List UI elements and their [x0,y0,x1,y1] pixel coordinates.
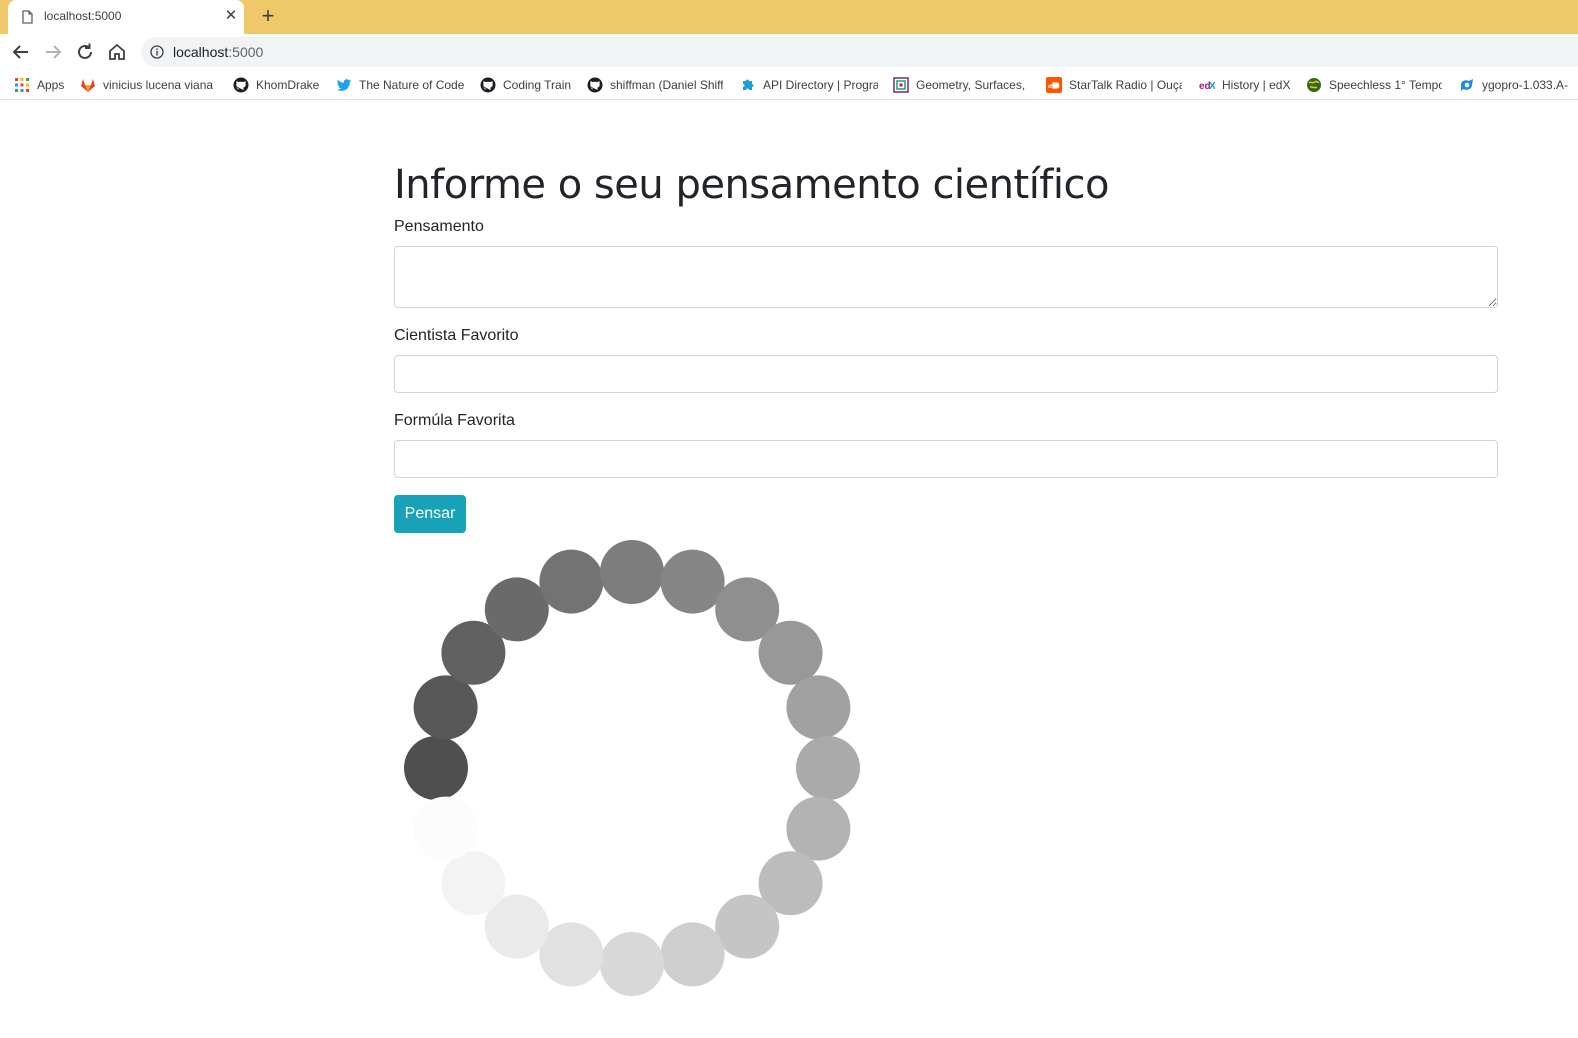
bookmark-label: vinicius lucena viana [103,78,214,92]
spinner-dot [786,675,851,740]
bookmark-api-directory[interactable]: API Directory | Programmable [740,75,878,95]
soundcloud-icon [1046,77,1062,93]
github-icon [233,77,249,93]
forward-arrow-icon[interactable] [42,41,64,63]
pensar-button[interactable]: Pensar [394,495,466,533]
url-host: localhost [173,44,229,60]
bookmark-label: ygopro-1.033.A- [1482,78,1569,92]
twitter-icon [337,79,351,91]
bookmark-edx[interactable]: ed X History | edX [1199,75,1295,95]
gitlab-icon [81,79,95,92]
spinner-dot [600,932,664,996]
bookmark-speechless[interactable]: Speechless 1° Temporada [1306,75,1442,95]
info-icon[interactable] [150,45,164,59]
new-tab-button[interactable]: + [257,5,279,27]
home-icon[interactable] [106,41,128,63]
browser-tab[interactable]: localhost:5000 ✕ [8,0,244,34]
spinner-dot [600,540,664,604]
edx-icon: ed X [1199,81,1215,92]
bookmark-coding-train[interactable]: Coding Train [480,75,576,95]
globe-icon [1307,78,1321,92]
loading-spinner [404,540,860,996]
bookmark-gitlab[interactable]: vinicius lucena viana [80,75,216,95]
spinner-dot [796,736,860,800]
spinner-dot [413,796,478,861]
browser-toolbar: localhost:5000 [0,34,1578,70]
geometry-icon [893,77,909,93]
url-text[interactable]: localhost:5000 [173,44,263,60]
bookmark-label: StarTalk Radio | Ouça [1069,78,1182,92]
spinner-dot [539,922,604,987]
tab-strip: localhost:5000 ✕ + [0,0,1578,34]
reload-icon[interactable] [74,41,96,63]
bookmark-apps[interactable]: Apps [14,75,70,95]
apps-grid-icon [15,78,29,92]
spinner-dot [539,549,604,614]
url-port: :5000 [228,44,264,60]
github-icon [587,77,603,93]
github-icon [480,77,496,93]
dropbox-icon [1461,79,1473,91]
close-tab-icon[interactable]: ✕ [223,7,239,25]
bookmark-label: The Nature of Code [359,78,465,92]
bookmark-label: History | edX [1222,78,1291,92]
bookmark-geometry[interactable]: Geometry, Surfaces, Curves [893,75,1029,95]
formula-input[interactable] [394,440,1498,478]
spinner-dot [660,549,725,614]
bookmark-nature-of-code[interactable]: The Nature of Code [336,75,467,95]
spinner-dot [715,894,780,959]
spinner-dot [484,577,549,642]
address-bar[interactable]: localhost:5000 [141,37,1578,67]
page-title: Informe o seu pensamento científico [394,162,1109,208]
pensamento-textarea[interactable] [394,246,1498,308]
bookmark-label: Apps [37,78,65,92]
bookmarks-bar: Apps vinicius lucena viana KhomDrake The… [0,70,1578,100]
cientista-label: Cientista Favorito [394,327,519,344]
spinner-dot [441,851,506,916]
bookmark-startalk[interactable]: StarTalk Radio | Ouça [1046,75,1182,95]
bookmark-shiffman[interactable]: shiffman (Daniel Shiffman) [587,75,723,95]
back-arrow-icon[interactable] [10,41,32,63]
spinner-dot [413,675,478,740]
bookmark-khomdrake[interactable]: KhomDrake [233,75,323,95]
svg-text:X: X [1209,81,1215,92]
spinner-dot [660,922,725,987]
bookmark-label: KhomDrake [256,78,320,92]
puzzle-icon [743,79,754,90]
spinner-dot [404,736,468,800]
pensamento-label: Pensamento [394,218,484,235]
bookmark-label: shiffman (Daniel Shiffman) [610,78,723,92]
bookmark-label: Coding Train [503,78,572,92]
cientista-input[interactable] [394,355,1498,393]
formula-label: Formúla Favorita [394,412,515,429]
bookmark-label: API Directory | Programmable [763,78,878,92]
page-icon [22,10,33,24]
spinner-dot [758,620,823,685]
spinner-dot [786,796,851,861]
bookmark-label: Geometry, Surfaces, Curves [916,78,1029,92]
bookmark-label: Speechless 1° Temporada [1329,78,1442,92]
bookmark-ygopro[interactable]: ygopro-1.033.A- [1459,75,1578,95]
tab-title: localhost:5000 [44,9,122,23]
